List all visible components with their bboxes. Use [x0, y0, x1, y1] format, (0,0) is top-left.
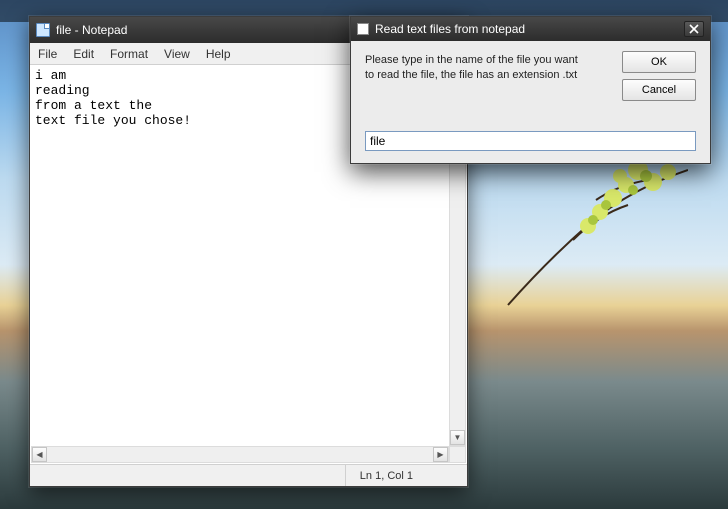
- dialog-app-icon: [357, 23, 369, 35]
- scrollbar-corner: [449, 446, 466, 463]
- menu-file[interactable]: File: [30, 44, 65, 64]
- dialog-titlebar[interactable]: Read text files from notepad: [351, 17, 710, 41]
- notepad-title: file - Notepad: [56, 23, 127, 37]
- statusbar: Ln 1, Col 1: [30, 464, 467, 486]
- menu-format[interactable]: Format: [102, 44, 156, 64]
- close-icon: [689, 24, 699, 34]
- dialog-message: Please type in the name of the file you …: [365, 53, 581, 83]
- dialog-body: Please type in the name of the file you …: [351, 41, 710, 163]
- scroll-down-icon[interactable]: ▼: [450, 430, 465, 445]
- close-button[interactable]: [684, 21, 704, 37]
- notepad-doc-icon: [36, 23, 50, 37]
- status-position: Ln 1, Col 1: [345, 465, 427, 486]
- input-dialog: Read text files from notepad Please type…: [350, 16, 711, 164]
- ok-button[interactable]: OK: [622, 51, 696, 73]
- scrollbar-horizontal[interactable]: ◀ ▶: [31, 446, 449, 463]
- dialog-title: Read text files from notepad: [375, 22, 525, 36]
- menu-edit[interactable]: Edit: [65, 44, 102, 64]
- menu-help[interactable]: Help: [198, 44, 239, 64]
- filename-input[interactable]: [365, 131, 696, 151]
- menu-view[interactable]: View: [156, 44, 198, 64]
- cancel-button[interactable]: Cancel: [622, 79, 696, 101]
- scroll-left-icon[interactable]: ◀: [32, 447, 47, 462]
- scroll-right-icon[interactable]: ▶: [433, 447, 448, 462]
